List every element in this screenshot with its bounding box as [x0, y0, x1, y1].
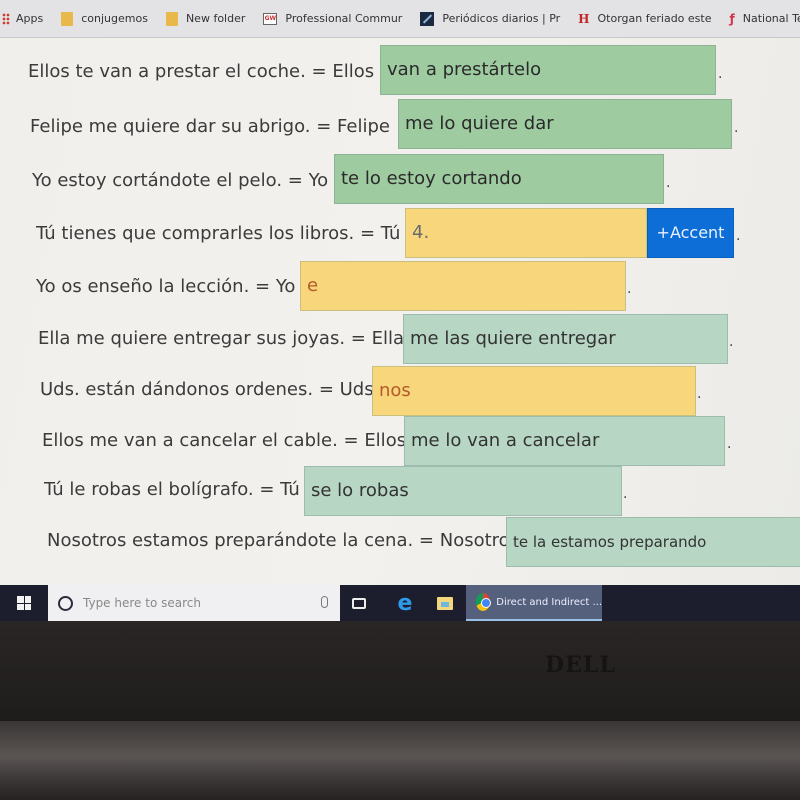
bookmark-label: National Teacher's Da — [742, 12, 800, 25]
bookmark-periodicos[interactable]: Periódicos diarios | Pr — [420, 11, 561, 26]
bookmark-label: New folder — [185, 12, 246, 25]
gw-icon: GW — [263, 12, 278, 25]
microphone-icon[interactable] — [321, 596, 328, 608]
bookmark-apps[interactable]: Apps — [2, 12, 43, 25]
period-1: . — [718, 66, 723, 82]
windows-icon — [17, 596, 31, 610]
exercise-area: Ellos te van a prestar el coche. = Ellos… — [0, 38, 800, 585]
taskbar: Type here to search e Direct and Indirec… — [0, 585, 800, 621]
prompt-1: Ellos te van a prestar el coche. = Ellos — [28, 61, 375, 82]
bookmark-label: Apps — [16, 12, 44, 25]
answer-field-1[interactable]: van a prestártelo — [380, 45, 716, 95]
edge-icon: e — [397, 590, 413, 616]
active-window-title: Direct and Indirect ... — [496, 596, 602, 608]
h-icon: H — [578, 11, 590, 26]
search-placeholder: Type here to search — [83, 596, 201, 610]
prompt-2: Felipe me quiere dar su abrigo. = Felipe — [30, 116, 390, 137]
bookmark-otorgan[interactable]: H Otorgan feriado este — [578, 12, 711, 26]
bookmark-new-folder[interactable]: New folder — [165, 11, 246, 26]
bookmark-label: Periódicos diarios | Pr — [442, 12, 561, 25]
bookmark-label: Professional Commur — [285, 12, 403, 25]
apps-grid-icon — [2, 12, 10, 25]
file-explorer-icon — [437, 596, 453, 610]
period-5: . — [627, 281, 632, 297]
task-view-icon — [352, 597, 366, 609]
bookmark-national-teacher[interactable]: ƒ National Teacher's Da — [730, 12, 800, 26]
answer-field-4[interactable]: 4. — [405, 208, 647, 258]
bookmark-conjugemos[interactable]: conjugemos — [61, 11, 148, 26]
period-8: . — [727, 436, 732, 452]
add-accent-button[interactable]: +Accent — [647, 208, 734, 258]
national-teacher-icon: ƒ — [729, 11, 735, 26]
laptop-bezel — [0, 621, 800, 721]
answer-field-9[interactable]: se lo robas — [304, 466, 622, 516]
answer-field-3[interactable]: te lo estoy cortando — [334, 154, 664, 204]
edge-button[interactable]: e — [390, 585, 420, 621]
answer-field-8[interactable]: me lo van a cancelar — [404, 416, 725, 466]
prompt-7: Uds. están dándonos ordenes. = Uds. — [40, 379, 380, 400]
folder-icon — [165, 11, 178, 26]
period-2: . — [734, 120, 739, 136]
period-7: . — [697, 386, 702, 402]
answer-field-7[interactable]: nos — [372, 366, 696, 416]
bookmark-professional[interactable]: GW Professional Commur — [263, 12, 402, 25]
period-4: . — [736, 228, 741, 244]
prompt-6: Ella me quiere entregar sus joyas. = Ell… — [38, 328, 404, 349]
prompt-8: Ellos me van a cancelar el cable. = Ello… — [42, 430, 407, 451]
bookmark-label: conjugemos — [81, 12, 148, 25]
prompt-3: Yo estoy cortándote el pelo. = Yo — [32, 170, 329, 191]
start-button[interactable] — [0, 585, 48, 621]
prompt-9: Tú le robas el bolígrafo. = Tú — [44, 479, 300, 500]
bookmark-label: Otorgan feriado este — [597, 12, 712, 25]
prompt-4: Tú tienes que comprarles los libros. = T… — [36, 223, 401, 244]
task-view-button[interactable] — [344, 585, 374, 621]
laptop-base — [0, 721, 800, 800]
prompt-5: Yo os enseño la lección. = Yo — [36, 276, 296, 297]
cortana-icon — [58, 595, 73, 611]
dell-logo: DELL — [545, 652, 616, 678]
period-6: . — [729, 334, 734, 350]
prompt-10: Nosotros estamos preparándote la cena. =… — [47, 530, 520, 551]
file-explorer-button[interactable] — [430, 585, 460, 621]
period-9: . — [623, 486, 628, 502]
periodicos-icon — [420, 11, 435, 26]
answer-field-2[interactable]: me lo quiere dar — [398, 99, 732, 149]
bookmarks-bar: Apps conjugemos New folder GW Profession… — [0, 0, 800, 38]
chrome-taskbar-item[interactable]: Direct and Indirect ... — [466, 585, 602, 621]
answer-field-10[interactable]: te la estamos preparando — [506, 517, 800, 567]
answer-field-6[interactable]: me las quiere entregar — [403, 314, 728, 364]
taskbar-search[interactable]: Type here to search — [48, 585, 340, 621]
answer-field-5[interactable]: e — [300, 261, 626, 311]
period-3: . — [666, 175, 671, 191]
chrome-icon — [476, 593, 492, 611]
folder-icon — [61, 11, 74, 26]
